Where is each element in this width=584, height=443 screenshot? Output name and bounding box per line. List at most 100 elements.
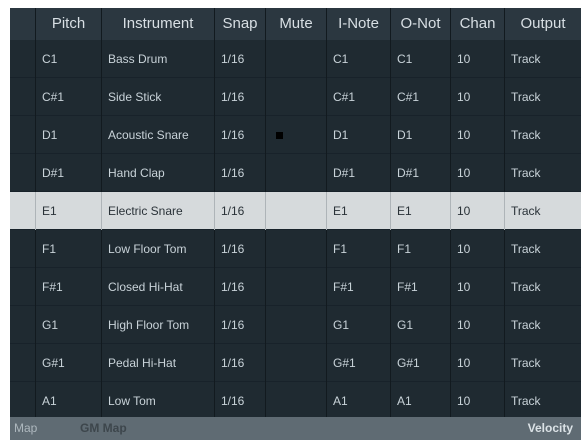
onote-cell[interactable]: C#1 (391, 78, 451, 116)
output-cell[interactable]: Track (505, 192, 581, 230)
output-cell[interactable]: Track (505, 40, 581, 78)
inote-cell[interactable]: D#1 (327, 154, 391, 192)
column-header-pitch[interactable]: Pitch (36, 8, 102, 40)
instrument-cell[interactable]: Hand Clap (102, 154, 215, 192)
snap-cell[interactable]: 1/16 (215, 192, 266, 230)
table-row[interactable]: G#1 Pedal Hi-Hat 1/16 G#1 G#1 10 Track (10, 344, 581, 382)
velocity-button[interactable]: Velocity (528, 417, 573, 440)
inote-cell[interactable]: C1 (327, 40, 391, 78)
instrument-cell[interactable]: High Floor Tom (102, 306, 215, 344)
inote-cell[interactable]: G1 (327, 306, 391, 344)
onote-cell[interactable]: E1 (391, 192, 451, 230)
mute-cell[interactable] (266, 382, 327, 417)
chan-cell[interactable]: 10 (451, 116, 505, 154)
onote-cell[interactable]: G1 (391, 306, 451, 344)
snap-cell[interactable]: 1/16 (215, 306, 266, 344)
table-row[interactable]: E1 Electric Snare 1/16 E1 E1 10 Track (10, 192, 581, 230)
onote-cell[interactable]: A1 (391, 382, 451, 417)
column-header-mute[interactable]: Mute (266, 8, 327, 40)
inote-cell[interactable]: C#1 (327, 78, 391, 116)
mute-cell[interactable] (266, 192, 327, 230)
chan-cell[interactable]: 10 (451, 78, 505, 116)
column-header-snap[interactable]: Snap (215, 8, 266, 40)
snap-cell[interactable]: 1/16 (215, 116, 266, 154)
output-cell[interactable]: Track (505, 154, 581, 192)
onote-cell[interactable]: F#1 (391, 268, 451, 306)
mute-cell[interactable] (266, 40, 327, 78)
mute-cell[interactable] (266, 230, 327, 268)
inote-cell[interactable]: F1 (327, 230, 391, 268)
table-row[interactable]: A1 Low Tom 1/16 A1 A1 10 Track (10, 382, 581, 417)
pitch-cell[interactable]: D#1 (36, 154, 102, 192)
snap-cell[interactable]: 1/16 (215, 344, 266, 382)
pitch-cell[interactable]: E1 (36, 192, 102, 230)
table-row[interactable]: F1 Low Floor Tom 1/16 F1 F1 10 Track (10, 230, 581, 268)
onote-cell[interactable]: G#1 (391, 344, 451, 382)
table-row[interactable]: D#1 Hand Clap 1/16 D#1 D#1 10 Track (10, 154, 581, 192)
pitch-cell[interactable]: C#1 (36, 78, 102, 116)
snap-cell[interactable]: 1/16 (215, 230, 266, 268)
table-row[interactable]: C1 Bass Drum 1/16 C1 C1 10 Track (10, 40, 581, 78)
instrument-cell[interactable]: Low Floor Tom (102, 230, 215, 268)
output-cell[interactable]: Track (505, 306, 581, 344)
output-cell[interactable]: Track (505, 344, 581, 382)
output-cell[interactable]: Track (505, 78, 581, 116)
column-header-output[interactable]: Output (505, 8, 581, 40)
table-row[interactable]: C#1 Side Stick 1/16 C#1 C#1 10 Track (10, 78, 581, 116)
pitch-cell[interactable]: F#1 (36, 268, 102, 306)
instrument-cell[interactable]: Pedal Hi-Hat (102, 344, 215, 382)
snap-cell[interactable]: 1/16 (215, 40, 266, 78)
instrument-cell[interactable]: Acoustic Snare (102, 116, 215, 154)
mute-cell[interactable] (266, 306, 327, 344)
chan-cell[interactable]: 10 (451, 344, 505, 382)
column-header-onote[interactable]: O-Not (391, 8, 451, 40)
pitch-cell[interactable]: A1 (36, 382, 102, 417)
inote-cell[interactable]: G#1 (327, 344, 391, 382)
chan-cell[interactable]: 10 (451, 154, 505, 192)
instrument-cell[interactable]: Closed Hi-Hat (102, 268, 215, 306)
output-cell[interactable]: Track (505, 116, 581, 154)
column-header-inote[interactable]: I-Note (327, 8, 391, 40)
snap-cell[interactable]: 1/16 (215, 154, 266, 192)
map-selector[interactable]: GM Map (80, 417, 127, 440)
inote-cell[interactable]: D1 (327, 116, 391, 154)
chan-cell[interactable]: 10 (451, 382, 505, 417)
instrument-cell[interactable]: Side Stick (102, 78, 215, 116)
snap-cell[interactable]: 1/16 (215, 78, 266, 116)
instrument-cell[interactable]: Electric Snare (102, 192, 215, 230)
mute-cell[interactable] (266, 154, 327, 192)
column-header-instrument[interactable]: Instrument (102, 8, 215, 40)
mute-cell[interactable] (266, 268, 327, 306)
mute-cell[interactable] (266, 78, 327, 116)
chan-cell[interactable]: 10 (451, 306, 505, 344)
inote-cell[interactable]: A1 (327, 382, 391, 417)
instrument-cell[interactable]: Bass Drum (102, 40, 215, 78)
chan-cell[interactable]: 10 (451, 40, 505, 78)
onote-cell[interactable]: D#1 (391, 154, 451, 192)
table-row[interactable]: D1 Acoustic Snare 1/16 D1 D1 10 Track (10, 116, 581, 154)
output-cell[interactable]: Track (505, 382, 581, 417)
chan-cell[interactable]: 10 (451, 230, 505, 268)
chan-cell[interactable]: 10 (451, 192, 505, 230)
onote-cell[interactable]: F1 (391, 230, 451, 268)
output-cell[interactable]: Track (505, 268, 581, 306)
snap-cell[interactable]: 1/16 (215, 382, 266, 417)
pitch-cell[interactable]: G1 (36, 306, 102, 344)
table-row[interactable]: F#1 Closed Hi-Hat 1/16 F#1 F#1 10 Track (10, 268, 581, 306)
mute-cell[interactable] (266, 116, 327, 154)
inote-cell[interactable]: F#1 (327, 268, 391, 306)
pitch-cell[interactable]: D1 (36, 116, 102, 154)
output-cell[interactable]: Track (505, 230, 581, 268)
snap-cell[interactable]: 1/16 (215, 268, 266, 306)
onote-cell[interactable]: C1 (391, 40, 451, 78)
onote-cell[interactable]: D1 (391, 116, 451, 154)
pitch-cell[interactable]: C1 (36, 40, 102, 78)
table-row[interactable]: G1 High Floor Tom 1/16 G1 G1 10 Track (10, 306, 581, 344)
chan-cell[interactable]: 10 (451, 268, 505, 306)
instrument-cell[interactable]: Low Tom (102, 382, 215, 417)
pitch-cell[interactable]: F1 (36, 230, 102, 268)
pitch-cell[interactable]: G#1 (36, 344, 102, 382)
inote-cell[interactable]: E1 (327, 192, 391, 230)
column-header-chan[interactable]: Chan (451, 8, 505, 40)
mute-cell[interactable] (266, 344, 327, 382)
